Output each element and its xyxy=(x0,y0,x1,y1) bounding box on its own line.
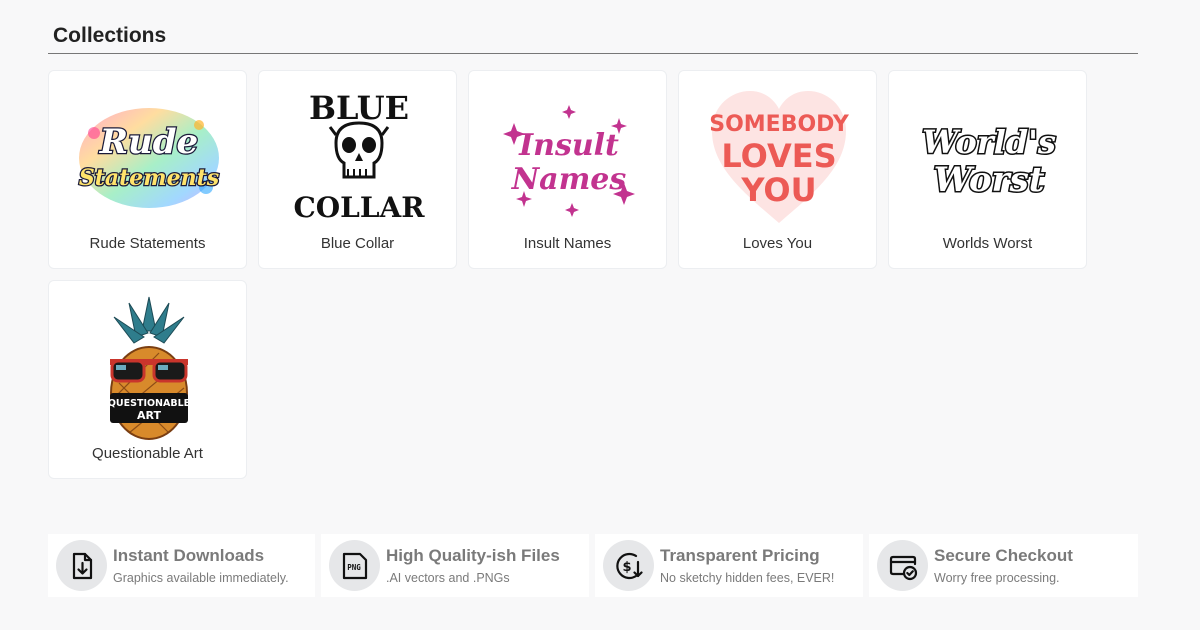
blue-collar-art-word-2: COLLAR xyxy=(293,191,425,224)
secure-card-icon xyxy=(877,540,928,591)
feature-instant-downloads: Instant Downloads Graphics available imm… xyxy=(48,534,315,597)
heading-divider xyxy=(48,53,1138,54)
loves-you-artwork: SOMEBODY LOVES YOU xyxy=(704,83,854,233)
collection-card-loves-you[interactable]: SOMEBODY LOVES YOU Loves You xyxy=(678,70,877,269)
png-file-icon: PNG xyxy=(329,540,380,591)
rude-art-word-1: Rude xyxy=(99,122,198,162)
feature-title: Instant Downloads xyxy=(113,546,265,565)
collection-label: Rude Statements xyxy=(89,235,206,252)
feature-title: Secure Checkout xyxy=(934,546,1073,565)
svg-text:$: $ xyxy=(622,560,631,575)
collection-label: Worlds Worst xyxy=(942,235,1033,252)
feature-subtitle: Graphics available immediately. xyxy=(113,571,289,585)
collections-heading: Collections xyxy=(53,24,167,47)
dollar-down-icon: $ xyxy=(603,540,654,591)
collection-label: Blue Collar xyxy=(320,235,395,252)
feature-transparent-pricing: $ Transparent Pricing No sketchy hidden … xyxy=(595,534,863,597)
insult-art-word-1: Insult xyxy=(518,128,619,163)
loves-art-word-3: YOU xyxy=(740,171,816,209)
loves-art-word-2: LOVES xyxy=(721,137,836,175)
rude-statements-artwork: Rude Statements xyxy=(74,83,224,233)
collection-card-worlds-worst[interactable]: World's Worst Worlds Worst xyxy=(888,70,1087,269)
file-download-icon xyxy=(56,540,107,591)
collection-label: Insult Names xyxy=(523,235,612,252)
feature-subtitle: No sketchy hidden fees, EVER! xyxy=(660,571,835,585)
collection-label: Loves You xyxy=(742,235,813,252)
svg-text:PNG: PNG xyxy=(347,563,361,572)
feature-title: Transparent Pricing xyxy=(660,546,820,565)
questionable-art-artwork: QUESTIONABLE ART xyxy=(74,293,224,443)
worlds-worst-artwork: World's Worst xyxy=(914,83,1064,233)
feature-subtitle: .AI vectors and .PNGs xyxy=(386,571,510,585)
questionable-art-word-2: ART xyxy=(137,409,161,422)
feature-subtitle: Worry free processing. xyxy=(934,571,1060,585)
collection-card-insult-names[interactable]: Insult Names Insult Names xyxy=(468,70,667,269)
feature-secure-checkout: Secure Checkout Worry free processing. xyxy=(869,534,1138,597)
worlds-art-word-1: World's xyxy=(922,123,1056,161)
feature-high-quality-files: PNG High Quality-ish Files .AI vectors a… xyxy=(321,534,589,597)
collection-card-rude-statements[interactable]: Rude Statements Rude Statements xyxy=(48,70,247,269)
questionable-art-word-1: QUESTIONABLE xyxy=(108,398,190,409)
blue-collar-art-word-1: BLUE xyxy=(309,89,409,127)
collection-card-questionable-art[interactable]: QUESTIONABLE ART Questionable Art xyxy=(48,280,247,479)
insult-names-artwork: Insult Names xyxy=(494,83,644,233)
worlds-art-word-2: Worst xyxy=(934,160,1045,200)
blue-collar-artwork: BLUE COLLAR xyxy=(284,83,434,233)
collection-card-blue-collar[interactable]: BLUE COLLAR Blue Collar xyxy=(258,70,457,269)
insult-art-word-2: Names xyxy=(511,162,627,197)
feature-title: High Quality-ish Files xyxy=(386,546,560,565)
rude-art-word-2: Statements xyxy=(79,165,219,191)
loves-art-word-1: SOMEBODY xyxy=(709,112,850,137)
collection-label: Questionable Art xyxy=(92,445,203,462)
